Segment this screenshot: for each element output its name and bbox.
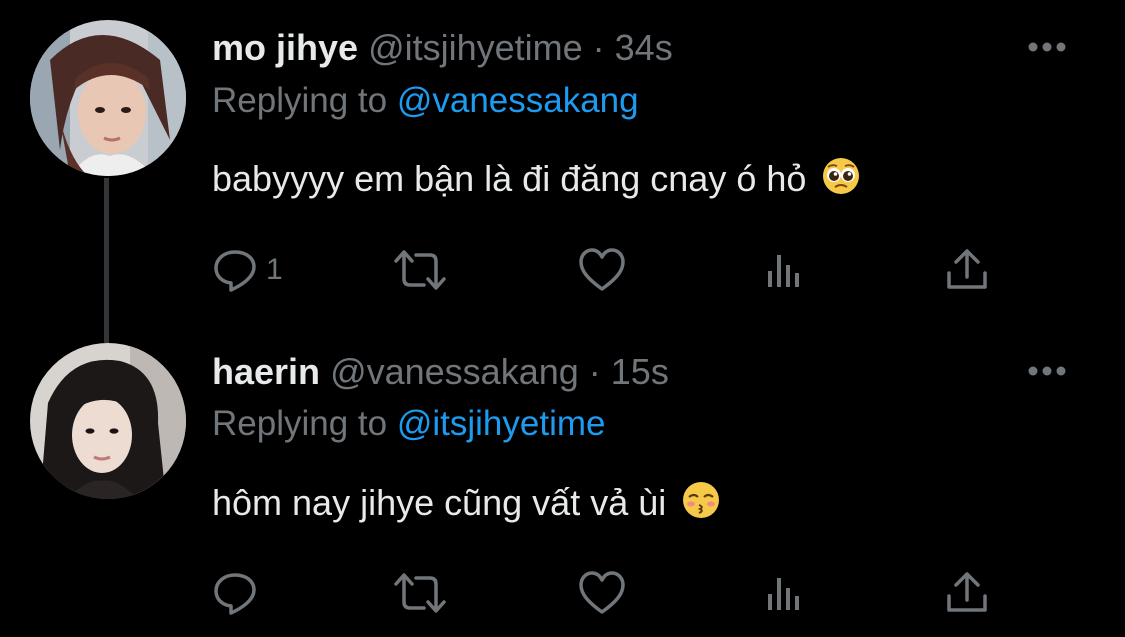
replying-to: Replying to @itsjihyetime [212, 406, 605, 441]
share-button[interactable] [944, 568, 990, 618]
timestamp[interactable]: · 34s [593, 27, 673, 68]
replying-to-label: Replying to [212, 81, 397, 120]
tweet-text-content: babyyyy em bận là đi đăng cnay ó hỏ [212, 158, 807, 199]
display-name[interactable]: mo jihye [212, 27, 358, 68]
retweet-icon [394, 573, 446, 613]
share-icon [947, 572, 987, 612]
tweet-text: hôm nay jihye cũng vất vả ùi [212, 481, 720, 521]
avatar[interactable] [30, 343, 186, 499]
reply-icon [214, 573, 256, 615]
replying-to-mention[interactable]: @itsjihyetime [397, 404, 606, 443]
like-button[interactable] [578, 568, 626, 618]
like-button[interactable] [578, 245, 626, 295]
retweet-button[interactable] [392, 245, 448, 295]
tweet-thread: mo jihye @itsjihyetime · 34s Replying to… [0, 0, 1125, 637]
more-icon[interactable] [1027, 40, 1067, 54]
tweet-text-content: hôm nay jihye cũng vất vả ùi [212, 482, 667, 523]
tweet-header: mo jihye @itsjihyetime · 34s [212, 30, 673, 66]
like-icon [579, 571, 625, 614]
action-bar [212, 568, 1012, 618]
views-button[interactable] [764, 245, 808, 295]
display-name[interactable]: haerin [212, 351, 320, 392]
reply-button[interactable] [212, 568, 266, 618]
timestamp[interactable]: · 15s [589, 351, 669, 392]
like-icon [579, 248, 625, 291]
tweet-header: haerin @vanessakang · 15s [212, 354, 669, 390]
kissing-face-with-closed-eyes-emoji [683, 482, 720, 518]
views-icon [768, 255, 799, 287]
share-button[interactable] [944, 245, 990, 295]
replying-to: Replying to @vanessakang [212, 83, 639, 118]
replying-to-label: Replying to [212, 404, 397, 443]
replying-to-mention[interactable]: @vanessakang [397, 81, 639, 120]
pleading-face-emoji [823, 158, 860, 194]
thread-connector [104, 178, 109, 343]
reply-count: 1 [266, 253, 283, 286]
views-button[interactable] [764, 568, 808, 618]
share-icon [947, 249, 987, 289]
reply-button[interactable]: 1 [212, 245, 283, 295]
retweet-icon [394, 250, 446, 290]
views-icon [768, 578, 799, 610]
avatar[interactable] [30, 20, 186, 176]
more-icon[interactable] [1027, 364, 1067, 378]
reply-icon [214, 250, 256, 292]
action-bar: 1 [212, 245, 1012, 295]
tweet-text: babyyyy em bận là đi đăng cnay ó hỏ [212, 157, 860, 197]
retweet-button[interactable] [392, 568, 448, 618]
handle[interactable]: @itsjihyetime [368, 27, 583, 68]
handle[interactable]: @vanessakang [330, 351, 579, 392]
